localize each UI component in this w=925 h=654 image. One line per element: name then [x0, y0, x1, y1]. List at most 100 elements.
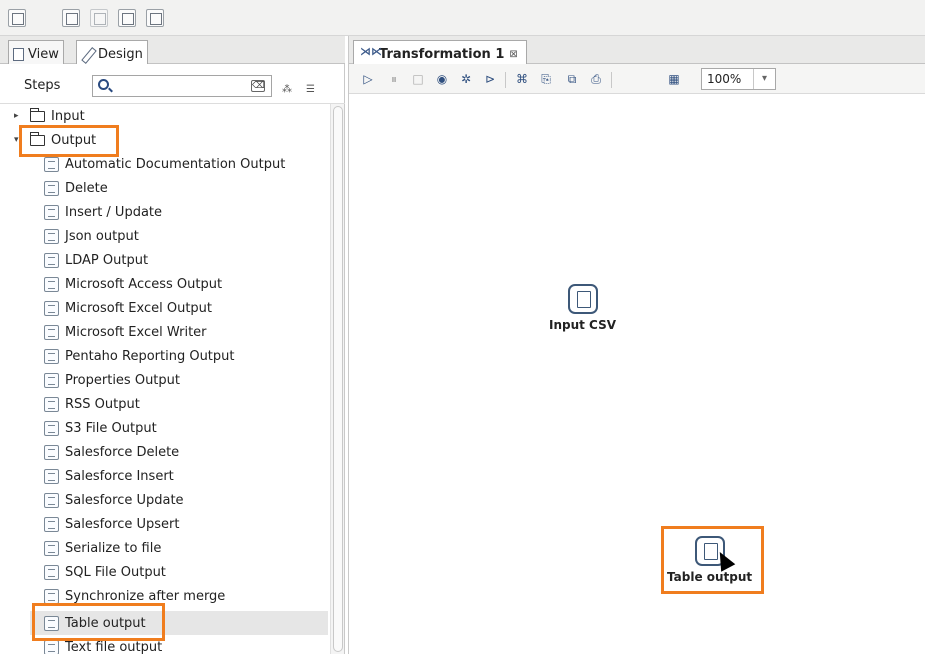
- close-icon[interactable]: ⊠: [509, 49, 517, 60]
- list-item-label: Synchronize after merge: [65, 588, 226, 604]
- search-input[interactable]: ⌫: [92, 75, 272, 97]
- steps-tree: ▸ Input ▾ Output Automatic Documentation…: [0, 104, 330, 654]
- list-item[interactable]: Salesforce Update: [44, 488, 184, 512]
- expand-all-icon[interactable]: ⁂: [282, 84, 298, 98]
- list-item-label: Insert / Update: [65, 204, 163, 220]
- documentation-output-icon: [44, 156, 59, 172]
- list-item-label: Pentaho Reporting Output: [65, 348, 235, 364]
- insert-update-icon: [44, 204, 59, 220]
- list-item-label: Serialize to file: [65, 540, 162, 556]
- toolbar-separator: [611, 72, 612, 88]
- perspective-tabbar: View Design: [0, 36, 345, 64]
- list-item-label: Salesforce Delete: [65, 444, 180, 460]
- list-item[interactable]: Microsoft Access Output: [44, 272, 222, 296]
- exploredb-icon[interactable]: ⎙: [589, 72, 603, 86]
- list-item-label: RSS Output: [65, 396, 140, 412]
- list-item[interactable]: Microsoft Excel Writer: [44, 320, 207, 344]
- tab-design[interactable]: Design: [76, 40, 148, 64]
- list-item[interactable]: Json output: [44, 224, 139, 248]
- folder-label: Input: [51, 108, 85, 124]
- list-item-label: Microsoft Excel Writer: [65, 324, 207, 340]
- tab-view[interactable]: View: [8, 40, 64, 64]
- run-icon[interactable]: ▷: [361, 72, 375, 86]
- new-file-icon[interactable]: [8, 9, 26, 27]
- impact-icon[interactable]: ⎘: [539, 72, 553, 86]
- json-output-icon: [44, 228, 59, 244]
- list-item-label: Salesforce Update: [65, 492, 184, 508]
- list-item[interactable]: Microsoft Excel Output: [44, 296, 212, 320]
- clear-search-icon[interactable]: ⌫: [251, 80, 265, 92]
- excel-writer-icon: [44, 324, 59, 340]
- sql-icon[interactable]: ⧉: [565, 72, 579, 86]
- reporting-output-icon: [44, 348, 59, 364]
- transformation-canvas[interactable]: Input CSV Table output: [349, 94, 925, 654]
- main-toolbar: [0, 0, 925, 36]
- verify-icon[interactable]: ⌘: [515, 72, 529, 86]
- list-item[interactable]: Salesforce Upsert: [44, 512, 179, 536]
- list-item-label: Json output: [65, 228, 139, 244]
- save-icon[interactable]: [118, 9, 136, 27]
- ldap-output-icon: [44, 252, 59, 268]
- s3-output-icon: [44, 420, 59, 436]
- pencil-icon: [81, 48, 94, 61]
- list-item[interactable]: Insert / Update: [44, 200, 162, 224]
- chevron-down-icon[interactable]: ▾: [753, 69, 775, 89]
- tab-transformation[interactable]: Transformation 1 ⊠: [353, 40, 527, 64]
- explore-repository-icon[interactable]: [90, 9, 108, 27]
- serialize-icon: [44, 540, 59, 556]
- list-item-label: Text file output: [65, 639, 163, 654]
- list-item-label: LDAP Output: [65, 252, 149, 268]
- debug-icon[interactable]: ✲: [459, 72, 473, 86]
- table-output-item-highlight: [32, 603, 165, 641]
- list-item-label: S3 File Output: [65, 420, 157, 436]
- list-item[interactable]: Serialize to file: [44, 536, 161, 560]
- salesforce-delete-icon: [44, 444, 59, 460]
- open-file-icon[interactable]: [62, 9, 80, 27]
- csv-input-icon[interactable]: [567, 284, 598, 314]
- list-item[interactable]: Properties Output: [44, 368, 180, 392]
- list-item-label: Salesforce Upsert: [65, 516, 180, 532]
- sql-file-output-icon: [44, 564, 59, 580]
- zoom-value: 100%: [707, 72, 742, 86]
- list-item[interactable]: LDAP Output: [44, 248, 148, 272]
- scroll-thumb[interactable]: [333, 106, 343, 652]
- list-item[interactable]: S3 File Output: [44, 416, 157, 440]
- zoom-select[interactable]: 100% ▾: [701, 68, 776, 90]
- search-icon: [98, 79, 109, 90]
- list-item[interactable]: Salesforce Delete: [44, 440, 179, 464]
- chevron-right-icon[interactable]: ▸: [14, 111, 24, 121]
- pause-icon[interactable]: ⏸: [387, 72, 401, 86]
- preview-icon[interactable]: ◉: [435, 72, 449, 86]
- list-item-label: Microsoft Access Output: [65, 276, 223, 292]
- list-item[interactable]: RSS Output: [44, 392, 140, 416]
- stop-icon[interactable]: □: [411, 72, 425, 86]
- salesforce-upsert-icon: [44, 516, 59, 532]
- steps-header: Steps ⌫ ⁂ ☰: [0, 64, 345, 104]
- text-file-output-icon: [44, 639, 59, 654]
- list-item[interactable]: Delete: [44, 176, 108, 200]
- tree-scrollbar[interactable]: [330, 104, 344, 654]
- list-item-label: Delete: [65, 180, 108, 196]
- tab-view-label: View: [28, 46, 59, 62]
- replay-icon[interactable]: ⊳: [483, 72, 497, 86]
- list-item-label: Salesforce Insert: [65, 468, 174, 484]
- node-label: Input CSV: [549, 318, 617, 332]
- editor-panel: Transformation 1 ⊠ ▷ ⏸ □ ◉ ✲ ⊳ ⌘ ⎘ ⧉ ⎙ ▦…: [348, 36, 925, 654]
- salesforce-update-icon: [44, 492, 59, 508]
- toolbar-separator: [505, 72, 506, 88]
- tab-design-label: Design: [98, 46, 143, 62]
- table-output-node-highlight: [661, 526, 764, 594]
- list-item[interactable]: Salesforce Insert: [44, 464, 174, 488]
- node-input-csv[interactable]: Input CSV: [549, 284, 616, 332]
- save-as-icon[interactable]: [146, 9, 164, 27]
- list-item-label: Automatic Documentation Output: [65, 156, 286, 172]
- steps-label: Steps: [24, 78, 61, 93]
- list-item[interactable]: SQL File Output: [44, 560, 166, 584]
- show-results-icon[interactable]: ▦: [667, 72, 681, 86]
- list-item-label: Microsoft Excel Output: [65, 300, 213, 316]
- editor-tabbar: Transformation 1 ⊠: [349, 36, 925, 64]
- list-item[interactable]: Pentaho Reporting Output: [44, 344, 235, 368]
- collapse-all-icon[interactable]: ☰: [306, 84, 322, 98]
- transformation-icon: [360, 45, 382, 60]
- salesforce-insert-icon: [44, 468, 59, 484]
